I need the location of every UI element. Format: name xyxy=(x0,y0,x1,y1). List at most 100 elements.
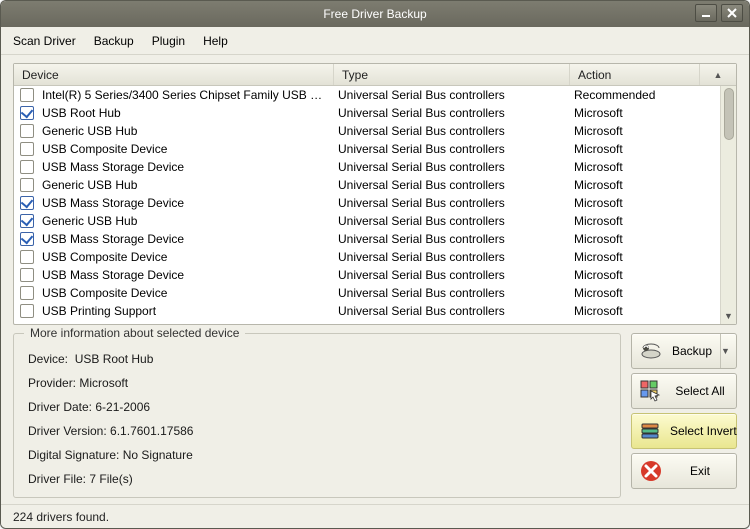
cell-device: Intel(R) 5 Series/3400 Series Chipset Fa… xyxy=(40,88,336,102)
cell-device: Generic USB Hub xyxy=(40,124,336,138)
row-checkbox[interactable] xyxy=(20,268,34,282)
cell-device: USB Mass Storage Device xyxy=(40,232,336,246)
cell-device: USB Mass Storage Device xyxy=(40,160,336,174)
minimize-button[interactable] xyxy=(695,4,717,22)
row-checkbox[interactable] xyxy=(20,178,34,192)
scrollbar[interactable]: ▼ xyxy=(720,86,736,324)
table-row[interactable]: USB Mass Storage DeviceUniversal Serial … xyxy=(14,266,736,284)
table-body[interactable]: Intel(R) 5 Series/3400 Series Chipset Fa… xyxy=(14,86,736,324)
info-signature: Digital Signature: No Signature xyxy=(28,448,606,462)
table-row[interactable]: USB Printing SupportUniversal Serial Bus… xyxy=(14,302,736,320)
cell-type: Universal Serial Bus controllers xyxy=(336,178,572,192)
menu-scan-driver[interactable]: Scan Driver xyxy=(13,32,76,50)
cell-type: Universal Serial Bus controllers xyxy=(336,304,572,318)
info-date-value: 6-21-2006 xyxy=(95,400,150,414)
info-version-label: Driver Version: xyxy=(28,424,107,438)
header-type[interactable]: Type xyxy=(334,64,570,85)
cell-action: Microsoft xyxy=(572,250,702,264)
menu-help[interactable]: Help xyxy=(203,32,228,50)
window-title: Free Driver Backup xyxy=(1,7,749,21)
info-device-value: USB Root Hub xyxy=(75,352,154,366)
cell-device: USB Composite Device xyxy=(40,286,336,300)
cell-action: Microsoft xyxy=(572,268,702,282)
info-provider-value: Microsoft xyxy=(79,376,128,390)
exit-label: Exit xyxy=(670,464,730,478)
cell-device: USB Composite Device xyxy=(40,142,336,156)
disk-icon xyxy=(638,338,664,364)
exit-button[interactable]: Exit xyxy=(631,453,737,489)
backup-button[interactable]: Backup ▼ xyxy=(631,333,737,369)
table-row[interactable]: USB Root HubUniversal Serial Bus control… xyxy=(14,104,736,122)
select-invert-button[interactable]: Select Invert xyxy=(631,413,737,449)
table-row[interactable]: USB Mass Storage DeviceUniversal Serial … xyxy=(14,158,736,176)
menubar: Scan Driver Backup Plugin Help xyxy=(1,27,749,55)
cell-action: Microsoft xyxy=(572,178,702,192)
row-checkbox[interactable] xyxy=(20,142,34,156)
table-row[interactable]: USB Composite DeviceUniversal Serial Bus… xyxy=(14,284,736,302)
titlebar: Free Driver Backup xyxy=(1,1,749,27)
lower-panel: More information about selected device D… xyxy=(13,333,737,498)
header-action[interactable]: Action xyxy=(570,64,700,85)
row-checkbox[interactable] xyxy=(20,196,34,210)
row-checkbox[interactable] xyxy=(20,250,34,264)
cell-action: Microsoft xyxy=(572,232,702,246)
driver-table: Device Type Action ▲ Intel(R) 5 Series/3… xyxy=(13,63,737,325)
row-checkbox[interactable] xyxy=(20,106,34,120)
info-file-value: 7 File(s) xyxy=(89,472,132,486)
minimize-icon xyxy=(700,7,712,19)
cell-type: Universal Serial Bus controllers xyxy=(336,250,572,264)
cell-device: USB Composite Device xyxy=(40,250,336,264)
scrollbar-thumb[interactable] xyxy=(724,88,734,140)
table-row[interactable]: Generic USB HubUniversal Serial Bus cont… xyxy=(14,212,736,230)
table-row[interactable]: Generic USB HubUniversal Serial Bus cont… xyxy=(14,176,736,194)
cell-action: Microsoft xyxy=(572,286,702,300)
cell-action: Microsoft xyxy=(572,196,702,210)
info-file-label: Driver File: xyxy=(28,472,86,486)
cell-device: USB Mass Storage Device xyxy=(40,196,336,210)
cell-action: Recommended xyxy=(572,88,702,102)
info-version-value: 6.1.7601.17586 xyxy=(110,424,193,438)
stack-icon xyxy=(638,418,664,444)
select-all-button[interactable]: Select All xyxy=(631,373,737,409)
menu-backup[interactable]: Backup xyxy=(94,32,134,50)
cell-type: Universal Serial Bus controllers xyxy=(336,232,572,246)
chevron-up-icon: ▲ xyxy=(714,70,723,80)
row-checkbox[interactable] xyxy=(20,286,34,300)
row-checkbox[interactable] xyxy=(20,88,34,102)
info-signature-label: Digital Signature: xyxy=(28,448,119,462)
row-checkbox[interactable] xyxy=(20,214,34,228)
header-device[interactable]: Device xyxy=(14,64,334,85)
menu-plugin[interactable]: Plugin xyxy=(152,32,185,50)
cell-device: USB Mass Storage Device xyxy=(40,268,336,282)
table-row[interactable]: Intel(R) 5 Series/3400 Series Chipset Fa… xyxy=(14,86,736,104)
row-checkbox[interactable] xyxy=(20,232,34,246)
cell-action: Microsoft xyxy=(572,142,702,156)
table-row[interactable]: USB Composite DeviceUniversal Serial Bus… xyxy=(14,248,736,266)
info-date: Driver Date: 6-21-2006 xyxy=(28,400,606,414)
cell-type: Universal Serial Bus controllers xyxy=(336,124,572,138)
table-row[interactable]: USB Mass Storage DeviceUniversal Serial … xyxy=(14,194,736,212)
table-header: Device Type Action ▲ xyxy=(14,64,736,86)
row-checkbox[interactable] xyxy=(20,160,34,174)
cell-type: Universal Serial Bus controllers xyxy=(336,214,572,228)
device-info-group: More information about selected device D… xyxy=(13,333,621,498)
cell-action: Microsoft xyxy=(572,160,702,174)
table-row[interactable]: USB Mass Storage DeviceUniversal Serial … xyxy=(14,230,736,248)
scroll-down-button[interactable]: ▼ xyxy=(721,308,737,324)
close-button[interactable] xyxy=(721,4,743,22)
cell-type: Universal Serial Bus controllers xyxy=(336,88,572,102)
cell-type: Universal Serial Bus controllers xyxy=(336,286,572,300)
info-file: Driver File: 7 File(s) xyxy=(28,472,606,486)
table-row[interactable]: Generic USB HubUniversal Serial Bus cont… xyxy=(14,122,736,140)
table-row[interactable]: USB Composite DeviceUniversal Serial Bus… xyxy=(14,140,736,158)
info-provider-label: Provider: xyxy=(28,376,76,390)
row-checkbox[interactable] xyxy=(20,124,34,138)
select-all-label: Select All xyxy=(670,384,730,398)
cell-device: Generic USB Hub xyxy=(40,214,336,228)
statusbar: 224 drivers found. xyxy=(1,504,749,528)
info-version: Driver Version: 6.1.7601.17586 xyxy=(28,424,606,438)
row-checkbox[interactable] xyxy=(20,304,34,318)
button-column: Backup ▼ Select All xyxy=(631,333,737,498)
cell-action: Microsoft xyxy=(572,124,702,138)
backup-dropdown[interactable]: ▼ xyxy=(720,334,730,368)
